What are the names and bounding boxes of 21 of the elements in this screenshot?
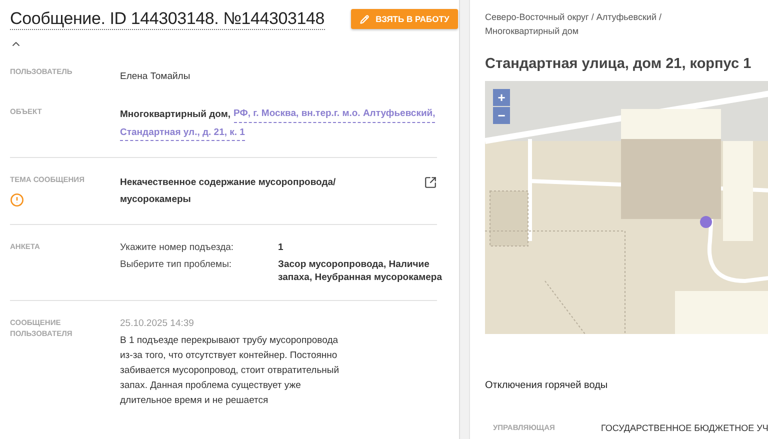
user-name: Елена Томайлы: [120, 71, 190, 82]
address-link[interactable]: Стандартная ул., д. 21, к. 1: [120, 125, 245, 141]
breadcrumb: Северо-Восточный округ / Алтуфьевский / Многоквартирный дом: [485, 11, 662, 38]
pencil-icon: [360, 14, 369, 24]
address-heading: Стандартная улица, дом 21, корпус 1: [485, 56, 752, 72]
message-date: 25.10.2025 14:39: [120, 317, 194, 331]
survey-question: Выберите тип проблемы:: [120, 258, 233, 272]
zoom-out-button[interactable]: −: [493, 107, 510, 124]
info-value: ГОСУДАРСТВЕННОЕ БЮДЖЕТНОЕ УЧ: [601, 423, 768, 433]
message-title: Сообщение. ID 144303148. №144303148: [10, 8, 325, 30]
zoom-in-button[interactable]: +: [493, 89, 510, 106]
object-type: Многоквартирный дом,: [120, 108, 231, 122]
topic-text: Некачественное содержание мусоропровода/ мусорокамеры: [120, 176, 337, 207]
section-title: Отключения горячей воды: [485, 380, 609, 391]
address-link[interactable]: РФ, г. Москва, вн.тер.г. м.о. Алтуфьевский,: [234, 106, 436, 123]
survey-answer: 1: [278, 241, 284, 254]
survey-answer: Засор мусоропровода, Наличие запаха, Неубранная мусорокамера: [278, 258, 444, 284]
open-external-icon[interactable]: [424, 176, 437, 189]
message-text: В 1 подъезде перекрывают трубу мусоропровода из-за того, что отсутствует контейнер. Постоянно забивается мусоропровод, стоит отвратительный запах. Данная проблема существует уже длительное время и не решается: [120, 334, 340, 408]
take-to-work-button[interactable]: ВЗЯТЬ В РАБОТУ: [350, 9, 458, 29]
survey-question: Укажите номер подъезда:: [120, 241, 235, 254]
